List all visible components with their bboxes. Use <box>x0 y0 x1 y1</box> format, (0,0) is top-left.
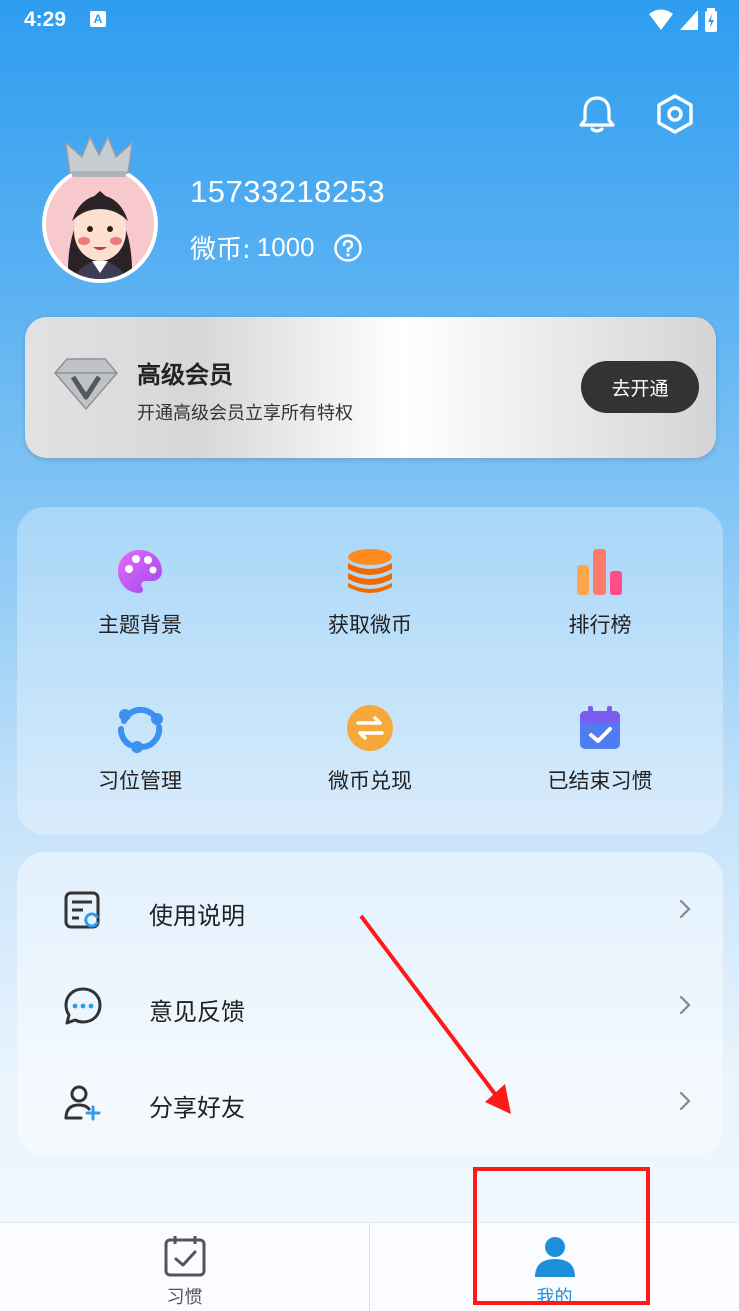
tab-habits[interactable]: 习惯 <box>0 1223 369 1311</box>
battery-icon <box>705 8 717 32</box>
cycle-icon <box>118 706 163 753</box>
coins-label: 微币: <box>190 235 251 265</box>
list-item-feedback[interactable]: 意见反馈 <box>17 956 723 1052</box>
avatar-illustration <box>46 169 154 279</box>
diamond-icon <box>54 358 118 411</box>
crown-icon <box>64 135 134 177</box>
phone-number: 15733218253 <box>190 174 386 209</box>
status-icons <box>649 8 717 32</box>
person-icon <box>534 1237 575 1277</box>
grid-item-theme[interactable]: 主题背景 <box>40 547 240 657</box>
menu-list: 使用说明 意见反馈 分享好友 <box>17 852 723 1155</box>
tab-label: 习惯 <box>166 1287 203 1308</box>
vip-title: 高级会员 <box>137 361 233 389</box>
coins-balance: 微币: 1000 <box>190 229 363 266</box>
avatar[interactable] <box>42 165 158 283</box>
list-label: 使用说明 <box>149 902 245 930</box>
list-item-instructions[interactable]: 使用说明 <box>17 860 723 956</box>
chevron-right-icon <box>679 899 691 919</box>
coins-value: 1000 <box>256 232 315 262</box>
exchange-icon <box>347 705 393 751</box>
open-vip-button[interactable]: 去开通 <box>581 361 699 413</box>
grid-label: 已结束习惯 <box>547 769 653 793</box>
signal-icon <box>680 10 698 30</box>
chevron-right-icon <box>679 1091 691 1111</box>
help-icon[interactable] <box>333 233 363 263</box>
tab-label: 我的 <box>536 1287 573 1308</box>
wifi-icon <box>649 9 673 30</box>
add-user-icon <box>64 1085 101 1121</box>
status-time: 4:29 <box>24 8 67 31</box>
grid-label: 获取微币 <box>328 613 412 637</box>
palette-icon <box>118 550 162 593</box>
grid-item-ended-habits[interactable]: 已结束习惯 <box>500 703 700 813</box>
grid-label: 排行榜 <box>568 613 632 637</box>
bell-icon[interactable] <box>575 92 619 136</box>
list-item-share[interactable]: 分享好友 <box>17 1052 723 1148</box>
vip-card[interactable]: 高级会员 开通高级会员立享所有特权 去开通 <box>25 317 716 458</box>
settings-icon[interactable] <box>653 92 697 136</box>
calendar-check-icon <box>580 706 620 749</box>
document-icon <box>64 891 100 929</box>
notification-icon: A <box>90 11 106 27</box>
status-bar: 4:29 A <box>0 0 739 40</box>
bottom-nav: 习惯 我的 <box>0 1222 739 1311</box>
grid-item-get-coins[interactable]: 获取微币 <box>270 547 470 657</box>
grid-label: 微币兑现 <box>328 769 412 793</box>
features-grid: 主题背景 获取微币 排行榜 习位管理 微币兑现 已结束习惯 <box>17 507 723 835</box>
bar-chart-icon <box>577 549 622 595</box>
chat-icon <box>64 987 102 1025</box>
list-label: 分享好友 <box>149 1094 245 1122</box>
coins-stack-icon <box>348 549 392 593</box>
grid-label: 习位管理 <box>98 769 182 793</box>
grid-item-habit-manage[interactable]: 习位管理 <box>40 703 240 813</box>
calendar-check-icon <box>164 1236 205 1277</box>
tab-mine[interactable]: 我的 <box>370 1223 739 1311</box>
chevron-right-icon <box>679 995 691 1015</box>
grid-item-leaderboard[interactable]: 排行榜 <box>500 547 700 657</box>
list-label: 意见反馈 <box>149 998 245 1026</box>
grid-item-coin-exchange[interactable]: 微币兑现 <box>270 703 470 813</box>
grid-label: 主题背景 <box>98 613 182 637</box>
vip-subtitle: 开通高级会员立享所有特权 <box>137 403 353 424</box>
